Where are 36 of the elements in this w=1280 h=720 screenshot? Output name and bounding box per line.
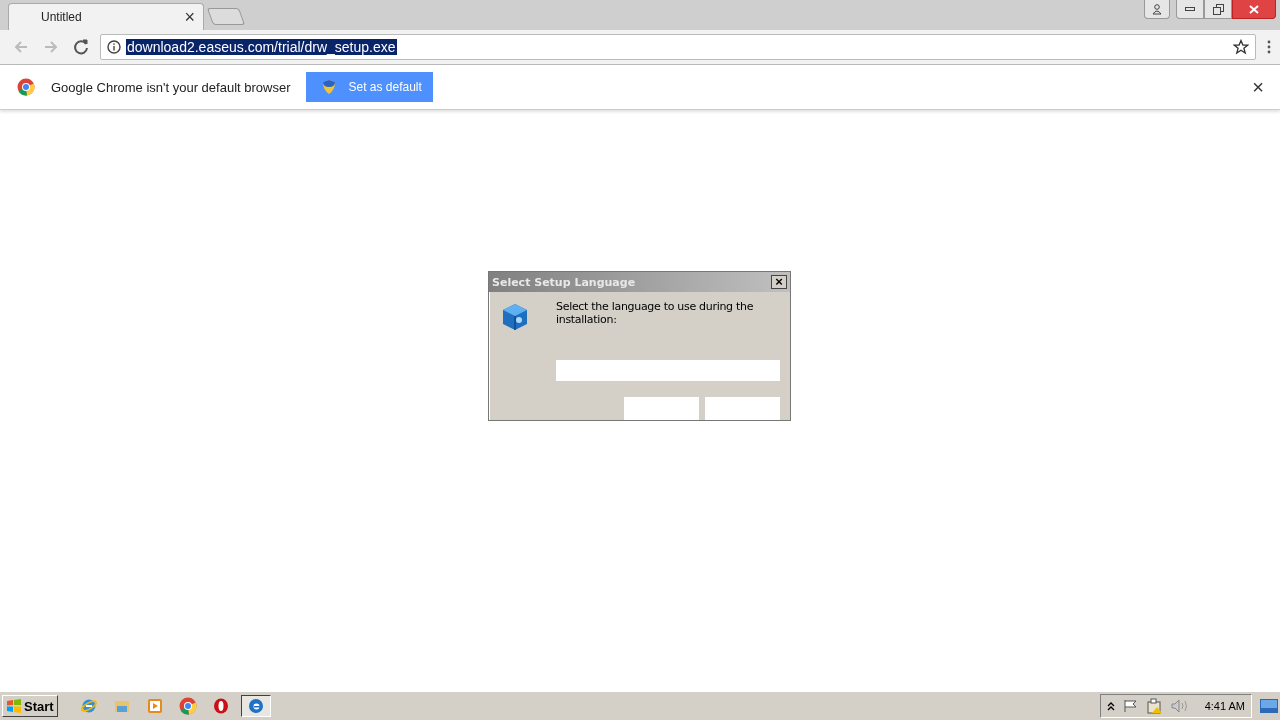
- infobar-close-button[interactable]: ×: [1252, 75, 1264, 99]
- flag-icon[interactable]: [1122, 699, 1139, 713]
- tab-close-button[interactable]: ×: [184, 8, 195, 26]
- dialog-title: Select Setup Language: [492, 275, 636, 289]
- restore-icon: [1212, 3, 1224, 15]
- shield-icon: [322, 79, 337, 95]
- dialog-message: Select the language to use during the installation:: [556, 300, 755, 328]
- windows-flag-icon: [6, 698, 22, 714]
- taskbar-button[interactable]: [240, 695, 271, 717]
- show-desktop-icon[interactable]: [1260, 699, 1278, 713]
- url-text: download2.easeus.com/trial/drw_setup.exe: [126, 39, 397, 55]
- network-warning-icon[interactable]: [1146, 698, 1163, 714]
- start-button[interactable]: Start: [2, 695, 58, 717]
- clock[interactable]: 4:41 AM: [1204, 700, 1245, 712]
- browser-e-icon[interactable]: [247, 698, 264, 714]
- dialog-close-button[interactable]: ×: [771, 275, 787, 289]
- media-player-icon[interactable]: [146, 698, 163, 714]
- browser-tab[interactable]: Untitled ×: [8, 3, 204, 30]
- person-icon: [1152, 3, 1162, 15]
- info-icon: [107, 40, 121, 54]
- address-bar[interactable]: download2.easeus.com/trial/drw_setup.exe: [100, 34, 1256, 60]
- star-icon[interactable]: [1233, 39, 1249, 55]
- new-tab-button[interactable]: [206, 8, 246, 25]
- minimize-icon: [1185, 7, 1195, 11]
- chevron-up-icon[interactable]: [1106, 701, 1115, 711]
- infobar-message: Google Chrome isn't your default browser: [51, 79, 291, 95]
- close-window-button[interactable]: [1232, 0, 1276, 19]
- profile-button[interactable]: [1144, 0, 1170, 19]
- speaker-icon[interactable]: [1170, 699, 1189, 713]
- chrome-icon: [178, 697, 197, 715]
- browser-e-icon[interactable]: [80, 698, 97, 714]
- minimize-button[interactable]: [1176, 0, 1204, 19]
- close-icon: [1249, 4, 1259, 14]
- restore-button[interactable]: [1204, 0, 1232, 19]
- opera-icon[interactable]: [212, 698, 229, 714]
- chrome-logo-icon: [17, 78, 35, 96]
